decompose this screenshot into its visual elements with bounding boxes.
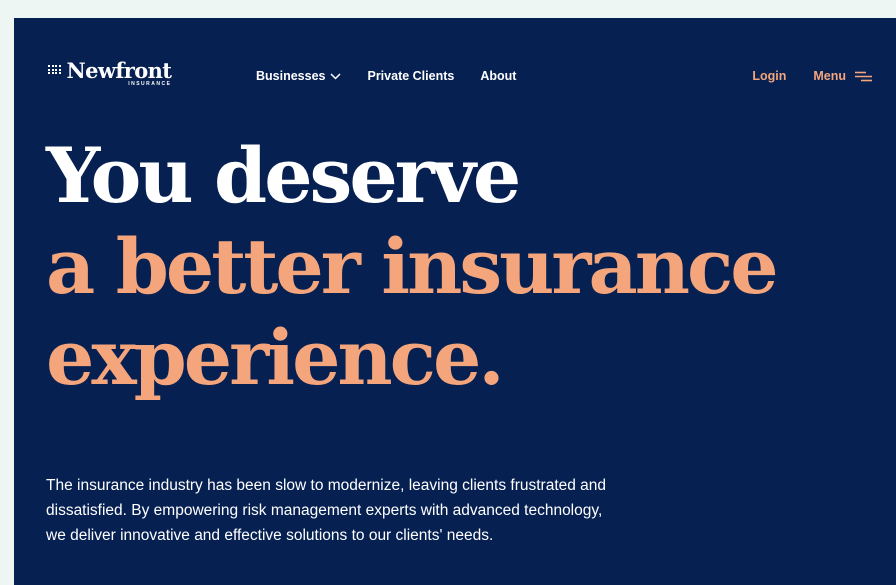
menu-label: Menu — [813, 69, 846, 83]
hero-heading: You deserve a better insurance experienc… — [46, 130, 779, 403]
hero-line-1: You deserve — [46, 131, 521, 220]
page-frame: Newfront INSURANCE Businesses Private Cl… — [14, 18, 896, 585]
logo-wordmark: Newfront — [66, 58, 173, 83]
nav-item-businesses[interactable]: Businesses — [256, 69, 342, 83]
logo-subtitle: INSURANCE — [128, 81, 172, 87]
menu-button[interactable]: Menu — [813, 69, 872, 83]
nav-item-label: About — [480, 69, 517, 83]
nav-item-about[interactable]: About — [480, 69, 516, 83]
nav-item-private-clients[interactable]: Private Clients — [367, 69, 454, 83]
hero-description: The insurance industry has been slow to … — [46, 477, 607, 544]
hero-line-3: experience. — [46, 313, 505, 402]
login-link[interactable]: Login — [752, 69, 786, 83]
nav-item-label: Private Clients — [367, 69, 455, 83]
header-actions: Login Menu — [752, 69, 872, 83]
main-nav: Businesses Private Clients About — [256, 69, 542, 83]
chevron-down-icon — [330, 72, 342, 80]
newfront-logo[interactable]: Newfront INSURANCE — [48, 58, 173, 88]
hero-line-2: a better insurance — [46, 222, 779, 311]
hamburger-icon — [855, 71, 872, 81]
logo-text: Newfront INSURANCE — [66, 58, 173, 88]
nav-item-label: Businesses — [256, 69, 326, 83]
logo-mark-icon — [48, 65, 61, 74]
